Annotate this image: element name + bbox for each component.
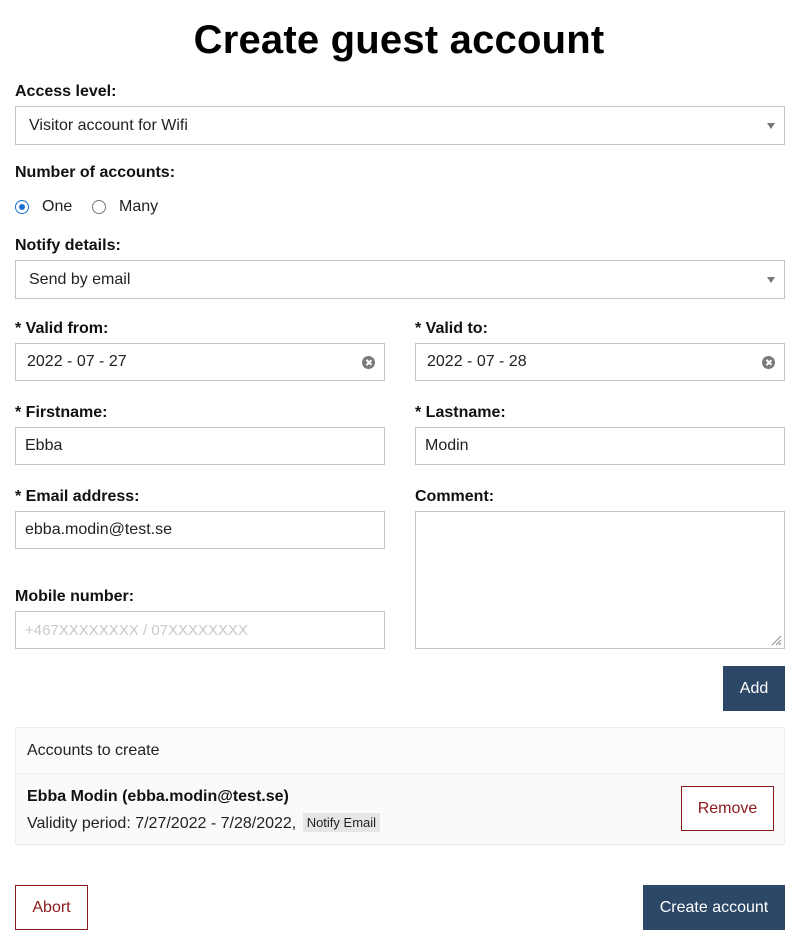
mobile-number-placeholder: +467XXXXXXXX / 07XXXXXXXX xyxy=(25,622,249,639)
valid-from-date-input[interactable]: 2022 - 07 - 27 xyxy=(15,343,385,381)
email-label: * Email address: xyxy=(15,488,140,505)
number-of-accounts-label: Number of accounts: xyxy=(15,164,176,181)
comment-label: Comment: xyxy=(415,488,495,505)
remove-button[interactable]: Remove xyxy=(681,786,774,831)
notify-details-value: Send by email xyxy=(29,271,131,288)
access-level-label: Access level: xyxy=(15,83,117,100)
comment-textarea[interactable] xyxy=(415,511,785,649)
valid-from-value: 2022 - 07 - 27 xyxy=(27,353,127,370)
valid-to-label: * Valid to: xyxy=(415,320,488,337)
email-input[interactable]: ebba.modin@test.se xyxy=(15,511,385,549)
page-title: Create guest account xyxy=(193,18,605,62)
notify-details-select[interactable]: Send by email xyxy=(15,260,785,299)
mobile-number-input[interactable]: +467XXXXXXXX / 07XXXXXXXX xyxy=(15,611,385,649)
clear-icon[interactable] xyxy=(762,356,775,369)
notify-details-label: Notify details: xyxy=(15,237,121,254)
firstname-input[interactable]: Ebba xyxy=(15,427,385,465)
mobile-number-label: Mobile number: xyxy=(15,588,135,605)
access-level-value: Visitor account for Wifi xyxy=(29,117,188,134)
caret-down-icon xyxy=(767,277,775,283)
accounts-panel-title: Accounts to create xyxy=(27,742,160,759)
resize-handle-icon[interactable] xyxy=(770,634,782,646)
radio-one-label[interactable]: One xyxy=(42,198,72,216)
accounts-panel-header: Accounts to create xyxy=(16,728,784,774)
account-name: Ebba Modin (ebba.modin@test.se) xyxy=(27,788,289,805)
valid-to-date-input[interactable]: 2022 - 07 - 28 xyxy=(415,343,785,381)
radio-many-label[interactable]: Many xyxy=(119,198,158,216)
clear-icon[interactable] xyxy=(362,356,375,369)
valid-from-label: * Valid from: xyxy=(15,320,109,337)
firstname-label: * Firstname: xyxy=(15,404,108,421)
lastname-value: Modin xyxy=(425,437,469,454)
valid-to-value: 2022 - 07 - 28 xyxy=(427,353,527,370)
email-value: ebba.modin@test.se xyxy=(25,521,172,538)
account-validity-text: Validity period: 7/27/2022 - 7/28/2022, xyxy=(27,815,297,832)
lastname-label: * Lastname: xyxy=(415,404,506,421)
lastname-input[interactable]: Modin xyxy=(415,427,785,465)
create-account-button[interactable]: Create account xyxy=(643,885,785,930)
radio-many[interactable] xyxy=(92,200,106,214)
firstname-value: Ebba xyxy=(25,437,63,454)
account-validity: Validity period: 7/27/2022 - 7/28/2022, … xyxy=(27,813,381,833)
radio-one[interactable] xyxy=(15,200,29,214)
notify-email-tag: Notify Email xyxy=(302,813,381,832)
add-button[interactable]: Add xyxy=(723,666,785,711)
accounts-to-create-panel: Accounts to create Ebba Modin (ebba.modi… xyxy=(15,727,785,845)
access-level-select[interactable]: Visitor account for Wifi xyxy=(15,106,785,145)
caret-down-icon xyxy=(767,123,775,129)
abort-button[interactable]: Abort xyxy=(15,885,88,930)
